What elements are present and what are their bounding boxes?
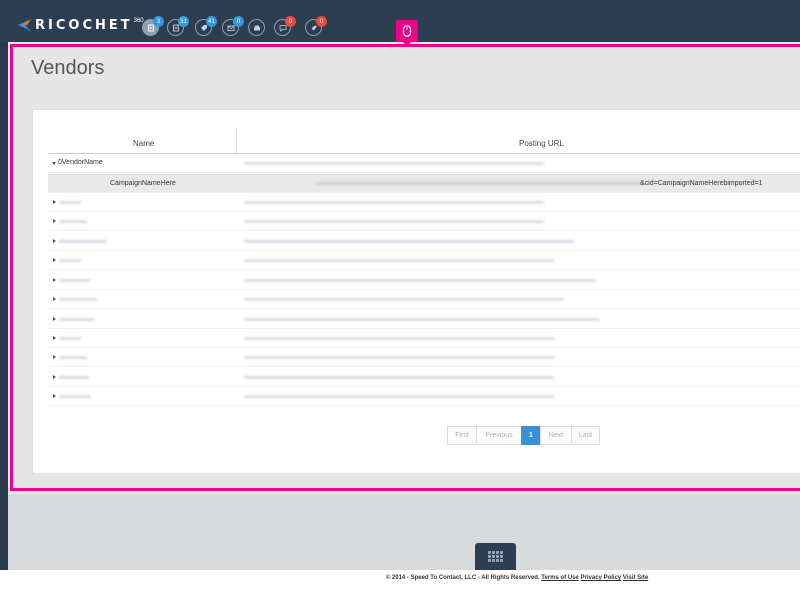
grid-icon <box>488 551 503 562</box>
nav-badge: 41 <box>206 16 217 27</box>
app-menu-button[interactable] <box>475 543 516 570</box>
terms-link[interactable]: Terms of Use <box>541 575 579 581</box>
focus-highlight <box>10 44 800 491</box>
nav-messages-button[interactable]: 0 <box>222 16 244 36</box>
ricochet-logo-icon <box>18 19 32 31</box>
privacy-link[interactable]: Privacy Policy <box>581 575 622 581</box>
nav-badge: 0 <box>233 16 244 27</box>
nav-launch-button[interactable]: 0 <box>305 16 327 36</box>
mouse-icon <box>402 25 412 37</box>
lower-area <box>8 494 800 570</box>
footer: © 2014 - Speed To Contact, LLC - All Rig… <box>0 570 800 584</box>
nav-documents-button[interactable]: 3 <box>142 16 164 36</box>
nav-inbox-button[interactable] <box>248 19 265 36</box>
nav-badge: 0 <box>316 16 327 27</box>
bottom-strip <box>0 584 800 600</box>
nav-badge: 3 <box>153 16 164 27</box>
ricochet-logo[interactable]: RICOCHET 360 <box>18 17 144 33</box>
footer-copyright: © 2014 - Speed To Contact, LLC - All Rig… <box>385 575 540 581</box>
visit-site-link[interactable]: Visit Site <box>623 575 648 581</box>
nav-badge: 0 <box>285 16 296 27</box>
nav-badge: 31 <box>178 16 189 27</box>
logo-text: RICOCHET <box>35 17 133 33</box>
inbox-icon <box>253 25 260 30</box>
nav-tags-button[interactable]: 41 <box>195 16 217 36</box>
click-indicator <box>396 20 418 47</box>
nav-reports-button[interactable]: 31 <box>167 16 189 36</box>
nav-chat-button[interactable]: 0 <box>274 16 296 36</box>
